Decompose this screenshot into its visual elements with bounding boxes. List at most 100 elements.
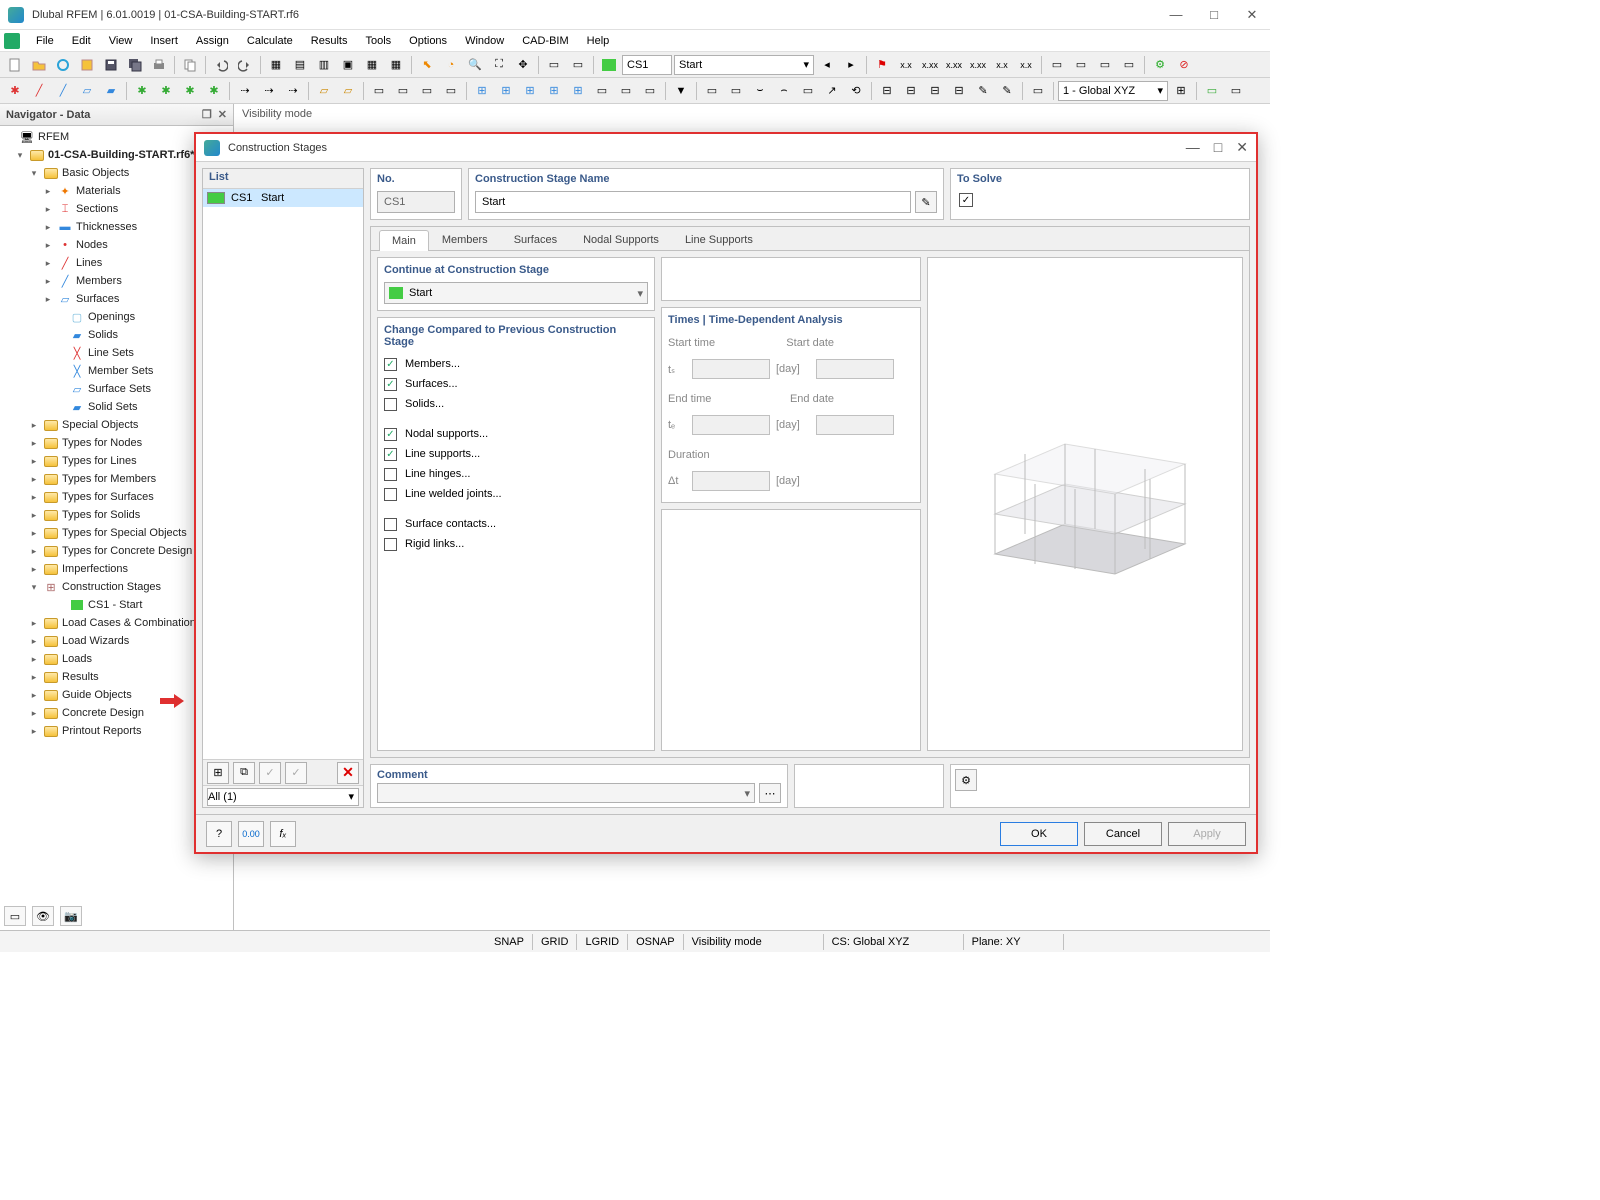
formula-icon[interactable]: fₓ (270, 821, 296, 847)
prev-icon[interactable]: ◂ (816, 54, 838, 76)
sync-icon[interactable] (76, 54, 98, 76)
menu-tools[interactable]: Tools (357, 33, 399, 49)
t2-4-icon[interactable]: ✱ (203, 80, 225, 102)
t2-8-icon[interactable]: ▱ (313, 80, 335, 102)
t2-10-icon[interactable]: ▭ (368, 80, 390, 102)
pan-icon[interactable]: ✥ (512, 54, 534, 76)
dialog-minimize-icon[interactable]: — (1186, 139, 1200, 156)
t2-6-icon[interactable]: ⇢ (258, 80, 280, 102)
visibility-icon[interactable]: 👁 (32, 906, 54, 926)
maximize-button[interactable]: □ (1204, 7, 1224, 23)
stage-code-combo[interactable]: CS1 (622, 55, 672, 75)
chk-rigid[interactable]: Rigid links... (384, 534, 648, 554)
chk-welded[interactable]: Line welded joints... (384, 484, 648, 504)
t2-3-icon[interactable]: ✱ (179, 80, 201, 102)
chk-surfaces[interactable]: ✓Surfaces... (384, 374, 648, 394)
menu-results[interactable]: Results (303, 33, 356, 49)
surface-icon[interactable]: ▱ (76, 80, 98, 102)
navigator-close-icon[interactable]: ✕ (218, 108, 227, 121)
zoom-icon[interactable]: 🔍 (464, 54, 486, 76)
chk-solids[interactable]: Solids... (384, 394, 648, 414)
t2-50-icon[interactable]: ⊞ (1170, 80, 1192, 102)
t2-30-icon[interactable]: ▭ (701, 80, 723, 102)
cancel-button[interactable]: Cancel (1084, 822, 1162, 846)
comment-browse-icon[interactable]: ⋯ (759, 783, 781, 803)
t2-35-icon[interactable]: ↗ (821, 80, 843, 102)
t2-7-icon[interactable]: ⇢ (282, 80, 304, 102)
menu-window[interactable]: Window (457, 33, 512, 49)
minimize-button[interactable]: — (1166, 7, 1186, 23)
lasso-icon[interactable]: ◔ (440, 54, 462, 76)
dialog-maximize-icon[interactable]: □ (1214, 139, 1222, 156)
help-icon[interactable]: ? (206, 821, 232, 847)
line-icon[interactable]: ╱ (28, 80, 50, 102)
t2-31-icon[interactable]: ▭ (725, 80, 747, 102)
calc-icon[interactable]: ⚙ (1149, 54, 1171, 76)
t2-11-icon[interactable]: ▭ (392, 80, 414, 102)
node-icon[interactable]: ✱ (4, 80, 26, 102)
saveall-icon[interactable] (124, 54, 146, 76)
t2-12-icon[interactable]: ▭ (416, 80, 438, 102)
layout-icon[interactable]: ▥ (313, 54, 335, 76)
list-copy-icon[interactable]: ⧉ (233, 762, 255, 784)
print-icon[interactable] (148, 54, 170, 76)
dim1-icon[interactable]: x.x (895, 54, 917, 76)
solid-icon[interactable]: ▰ (100, 80, 122, 102)
dim3-icon[interactable]: x.xx (943, 54, 965, 76)
tab-line-supports[interactable]: Line Supports (672, 229, 766, 250)
tab-nodal-supports[interactable]: Nodal Supports (570, 229, 672, 250)
continue-combo[interactable]: Start ▾ (384, 282, 648, 304)
view1-icon[interactable]: ▭ (1046, 54, 1068, 76)
menu-view[interactable]: View (101, 33, 141, 49)
osnap-toggle[interactable]: OSNAP (628, 934, 684, 950)
view4-icon[interactable]: ▭ (1118, 54, 1140, 76)
t2-15-icon[interactable]: ⊞ (495, 80, 517, 102)
coord-system-combo[interactable]: 1 - Global XYZ▾ (1058, 81, 1168, 101)
menu-assign[interactable]: Assign (188, 33, 237, 49)
t2-14-icon[interactable]: ⊞ (471, 80, 493, 102)
visibility-status[interactable]: Visibility mode (684, 934, 824, 950)
t2-33-icon[interactable]: ⌢ (773, 80, 795, 102)
t2-5-icon[interactable]: ⇢ (234, 80, 256, 102)
close-button[interactable]: ✕ (1242, 7, 1262, 23)
snap-toggle[interactable]: SNAP (486, 934, 533, 950)
menu-calculate[interactable]: Calculate (239, 33, 301, 49)
comment-input[interactable]: ▾ (377, 783, 755, 803)
model-preview[interactable] (927, 257, 1243, 751)
app-menu-icon[interactable] (4, 33, 20, 49)
select-icon[interactable]: ⬉ (416, 54, 438, 76)
settings-gear-icon[interactable]: ⚙ (955, 769, 977, 791)
plane-status[interactable]: Plane: XY (964, 934, 1064, 950)
open-icon[interactable] (28, 54, 50, 76)
stage-name-combo[interactable]: Start▾ (674, 55, 814, 75)
dim6-icon[interactable]: x.x (1015, 54, 1037, 76)
chk-hinges[interactable]: Line hinges... (384, 464, 648, 484)
next-icon[interactable]: ▸ (840, 54, 862, 76)
dialog-close-icon[interactable]: ✕ (1236, 139, 1248, 156)
zoomfit-icon[interactable]: ⛶ (488, 54, 510, 76)
tab-surfaces[interactable]: Surfaces (501, 229, 570, 250)
list-filter-combo[interactable]: All (1)▾ (207, 788, 359, 806)
t2-19-icon[interactable]: ▭ (591, 80, 613, 102)
menu-cadbim[interactable]: CAD-BIM (514, 33, 576, 49)
panel2-icon[interactable]: ▦ (361, 54, 383, 76)
panel-icon[interactable]: ▣ (337, 54, 359, 76)
chk-contacts[interactable]: Surface contacts... (384, 514, 648, 534)
t2-51-icon[interactable]: ▭ (1201, 80, 1223, 102)
grid-icon[interactable]: ▤ (289, 54, 311, 76)
t2-17-icon[interactable]: ⊞ (543, 80, 565, 102)
t2-41-icon[interactable]: ⊟ (900, 80, 922, 102)
list-delete-icon[interactable]: ✕ (337, 762, 359, 784)
navigator-undock-icon[interactable]: ❐ (202, 108, 212, 121)
panel3-icon[interactable]: ▦ (385, 54, 407, 76)
view2-icon[interactable]: ▭ (1070, 54, 1092, 76)
save-icon[interactable] (100, 54, 122, 76)
menu-file[interactable]: File (28, 33, 62, 49)
dim4-icon[interactable]: x.xx (967, 54, 989, 76)
solve-checkbox[interactable]: ✓ (959, 193, 973, 207)
view3-icon[interactable]: ▭ (1094, 54, 1116, 76)
list-uncheck-icon[interactable]: ✓ (285, 762, 307, 784)
refresh-icon[interactable] (52, 54, 74, 76)
t2-32-icon[interactable]: ⌣ (749, 80, 771, 102)
t2-43-icon[interactable]: ⊟ (948, 80, 970, 102)
